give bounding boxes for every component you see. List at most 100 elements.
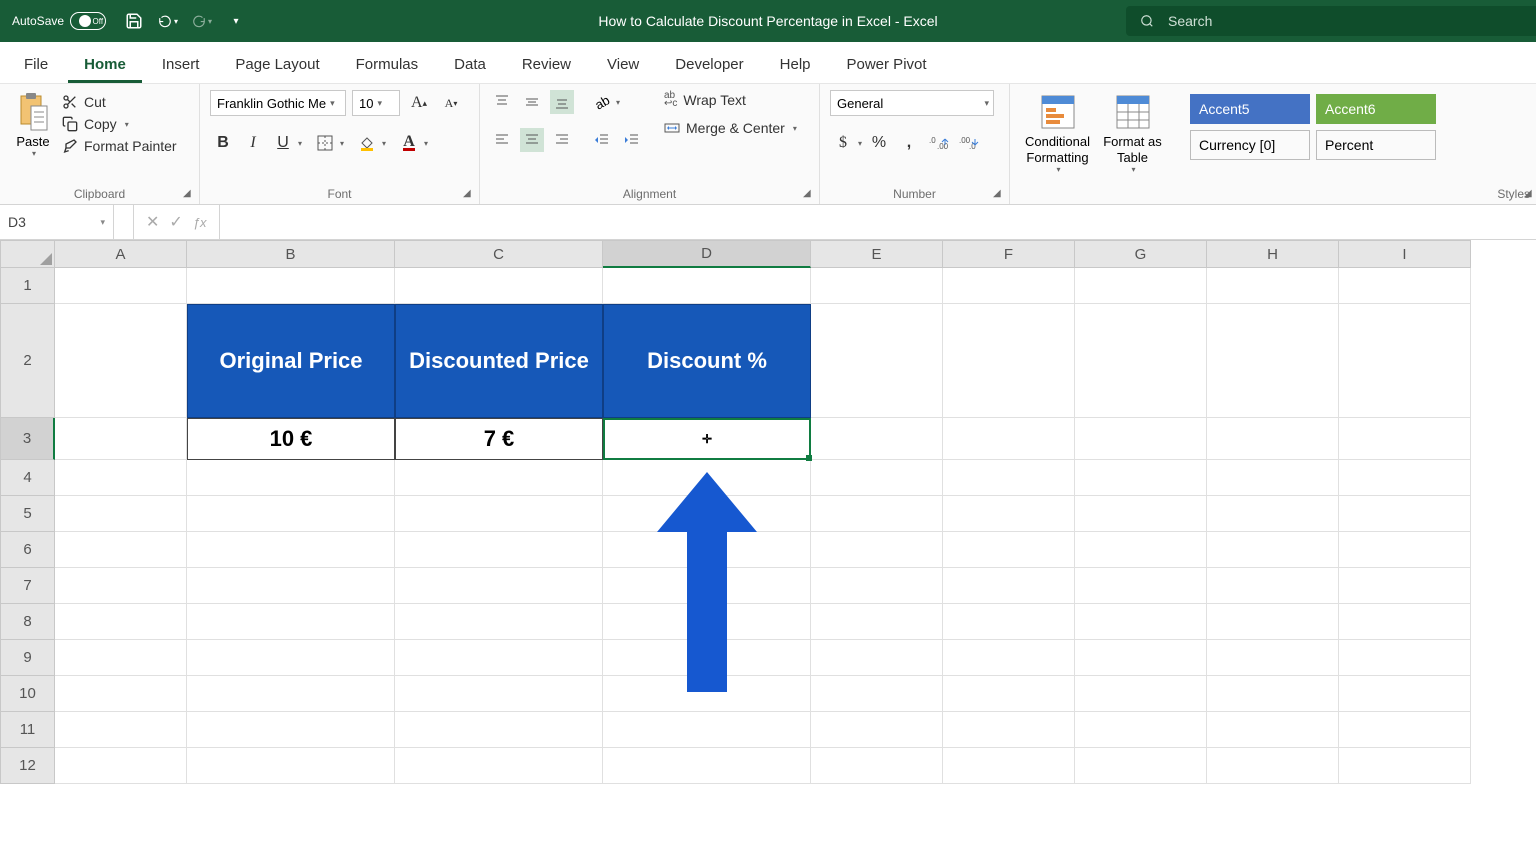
cell-B4[interactable] — [187, 460, 395, 496]
merge-center-button[interactable]: Merge & Center ▾ — [664, 120, 797, 136]
row-header-7[interactable]: 7 — [0, 568, 55, 604]
cell-F7[interactable] — [943, 568, 1075, 604]
cell-style-accent6[interactable]: Accent6 — [1316, 94, 1436, 124]
row-header-4[interactable]: 4 — [0, 460, 55, 496]
row-header-3[interactable]: 3 — [0, 418, 55, 460]
undo-button[interactable]: ▾ — [158, 11, 178, 31]
cut-button[interactable]: Cut — [62, 94, 177, 110]
cell-H9[interactable] — [1207, 640, 1339, 676]
column-header-A[interactable]: A — [55, 240, 187, 268]
tab-page-layout[interactable]: Page Layout — [219, 46, 335, 83]
cell-A5[interactable] — [55, 496, 187, 532]
align-bottom-button[interactable] — [550, 90, 574, 114]
increase-decimal-button[interactable]: .0.00 — [926, 130, 952, 156]
cell-C3[interactable]: 7 € — [395, 418, 603, 460]
cell-A8[interactable] — [55, 604, 187, 640]
cell-I11[interactable] — [1339, 712, 1471, 748]
tab-help[interactable]: Help — [764, 46, 827, 83]
tab-power-pivot[interactable]: Power Pivot — [831, 46, 943, 83]
format-painter-button[interactable]: Format Painter — [62, 138, 177, 154]
cell-E9[interactable] — [811, 640, 943, 676]
row-header-8[interactable]: 8 — [0, 604, 55, 640]
underline-button[interactable]: U — [270, 130, 296, 156]
cell-A6[interactable] — [55, 532, 187, 568]
cell-A9[interactable] — [55, 640, 187, 676]
font-name-combo[interactable]: Franklin Gothic Me▾ — [210, 90, 346, 116]
cell-G4[interactable] — [1075, 460, 1207, 496]
chevron-down-icon[interactable]: ▾ — [616, 98, 620, 107]
cell-C2[interactable]: Discounted Price — [395, 304, 603, 418]
cell-H1[interactable] — [1207, 268, 1339, 304]
cell-D11[interactable] — [603, 712, 811, 748]
cell-F11[interactable] — [943, 712, 1075, 748]
redo-button[interactable]: ▾ — [192, 11, 212, 31]
cell-B7[interactable] — [187, 568, 395, 604]
cell-I1[interactable] — [1339, 268, 1471, 304]
column-header-F[interactable]: F — [943, 240, 1075, 268]
cell-A11[interactable] — [55, 712, 187, 748]
row-header-2[interactable]: 2 — [0, 304, 55, 418]
cell-C10[interactable] — [395, 676, 603, 712]
format-as-table-button[interactable]: Format as Table ▾ — [1095, 90, 1170, 204]
cell-D1[interactable] — [603, 268, 811, 304]
row-header-10[interactable]: 10 — [0, 676, 55, 712]
cell-F2[interactable] — [943, 304, 1075, 418]
comma-format-button[interactable]: , — [896, 130, 922, 156]
bold-button[interactable]: B — [210, 130, 236, 156]
chevron-down-icon[interactable]: ▾ — [382, 139, 386, 148]
cell-H11[interactable] — [1207, 712, 1339, 748]
cell-I5[interactable] — [1339, 496, 1471, 532]
cell-I7[interactable] — [1339, 568, 1471, 604]
row-header-5[interactable]: 5 — [0, 496, 55, 532]
cell-G7[interactable] — [1075, 568, 1207, 604]
align-left-button[interactable] — [490, 128, 514, 152]
cell-H3[interactable] — [1207, 418, 1339, 460]
cell-F4[interactable] — [943, 460, 1075, 496]
cell-H7[interactable] — [1207, 568, 1339, 604]
cell-B10[interactable] — [187, 676, 395, 712]
align-middle-button[interactable] — [520, 90, 544, 114]
cell-F12[interactable] — [943, 748, 1075, 784]
cell-E6[interactable] — [811, 532, 943, 568]
cell-C4[interactable] — [395, 460, 603, 496]
cell-D2[interactable]: Discount % — [603, 304, 811, 418]
insert-function-button[interactable]: ƒx — [193, 215, 207, 230]
cell-A7[interactable] — [55, 568, 187, 604]
cell-C7[interactable] — [395, 568, 603, 604]
row-header-9[interactable]: 9 — [0, 640, 55, 676]
cell-C5[interactable] — [395, 496, 603, 532]
cell-B5[interactable] — [187, 496, 395, 532]
cell-I2[interactable] — [1339, 304, 1471, 418]
cell-H2[interactable] — [1207, 304, 1339, 418]
cell-E11[interactable] — [811, 712, 943, 748]
cell-G10[interactable] — [1075, 676, 1207, 712]
cell-D12[interactable] — [603, 748, 811, 784]
cell-I6[interactable] — [1339, 532, 1471, 568]
cell-F10[interactable] — [943, 676, 1075, 712]
tab-home[interactable]: Home — [68, 46, 142, 83]
cell-H5[interactable] — [1207, 496, 1339, 532]
select-all-corner[interactable] — [0, 240, 55, 268]
chevron-down-icon[interactable]: ▾ — [298, 139, 302, 148]
cell-I8[interactable] — [1339, 604, 1471, 640]
cell-A4[interactable] — [55, 460, 187, 496]
cell-I10[interactable] — [1339, 676, 1471, 712]
align-top-button[interactable] — [490, 90, 514, 114]
chevron-down-icon[interactable]: ▾ — [858, 139, 862, 148]
cell-E1[interactable] — [811, 268, 943, 304]
autosave-toggle[interactable]: AutoSave Off — [0, 12, 106, 30]
cell-B1[interactable] — [187, 268, 395, 304]
cell-C11[interactable] — [395, 712, 603, 748]
copy-button[interactable]: Copy ▾ — [62, 116, 177, 132]
column-header-D[interactable]: D — [603, 240, 811, 268]
cell-H6[interactable] — [1207, 532, 1339, 568]
cell-I9[interactable] — [1339, 640, 1471, 676]
dialog-launcher-icon[interactable]: ◢ — [993, 188, 1005, 200]
tab-insert[interactable]: Insert — [146, 46, 216, 83]
cell-G5[interactable] — [1075, 496, 1207, 532]
align-center-button[interactable] — [520, 128, 544, 152]
cell-C8[interactable] — [395, 604, 603, 640]
cell-I4[interactable] — [1339, 460, 1471, 496]
cell-C12[interactable] — [395, 748, 603, 784]
cell-A10[interactable] — [55, 676, 187, 712]
